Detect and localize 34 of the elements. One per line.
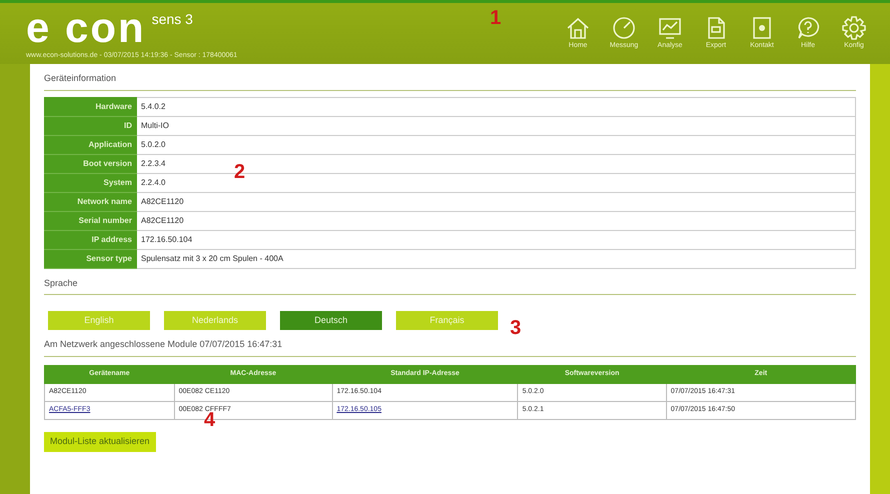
field-value: 5.4.0.2 — [136, 97, 856, 116]
field-label: Network name — [44, 192, 136, 211]
section-title: Am Netzwerk angeschlossene Module 07/07/2015 16:47:31 — [44, 338, 856, 356]
field-value: Multi-IO — [136, 116, 856, 135]
home-icon — [565, 15, 591, 41]
field-value: A82CE1120 — [136, 211, 856, 230]
field-value: A82CE1120 — [136, 192, 856, 211]
language-button[interactable]: Nederlands — [164, 311, 266, 330]
language-button[interactable]: Français — [396, 311, 498, 330]
gauge-icon — [611, 15, 637, 41]
field-label: Sensor type — [44, 249, 136, 268]
section-title: Sprache — [44, 276, 856, 295]
callout-number: 4 — [204, 410, 216, 430]
refresh-button[interactable]: Modul-Liste aktualisieren — [44, 432, 156, 452]
help-icon — [795, 15, 821, 41]
field-value: 5.0.2.0 — [136, 135, 856, 154]
section-title: Geräteinformation — [44, 72, 856, 90]
field-value: 172.16.50.104 — [136, 230, 856, 249]
field-value: Spulensatz mit 3 x 20 cm Spulen - 400A — [136, 249, 856, 268]
field-label: Hardware — [44, 97, 136, 116]
field-label: Boot version — [44, 154, 136, 173]
logo-suffix: sens 3 — [152, 10, 193, 29]
field-label: Application — [44, 135, 136, 154]
monitor-icon — [657, 15, 683, 41]
logo: e con — [26, 7, 146, 49]
callout-number: 3 — [510, 318, 522, 338]
language-button[interactable]: English — [48, 311, 150, 330]
field-label: ID — [44, 116, 136, 135]
field-label: System — [44, 173, 136, 192]
language-button[interactable]: Deutsch — [280, 311, 382, 330]
field-label: Serial number — [44, 211, 136, 230]
settings-icon — [841, 15, 867, 41]
field-label: IP address — [44, 230, 136, 249]
callout-number: 1 — [490, 8, 502, 28]
